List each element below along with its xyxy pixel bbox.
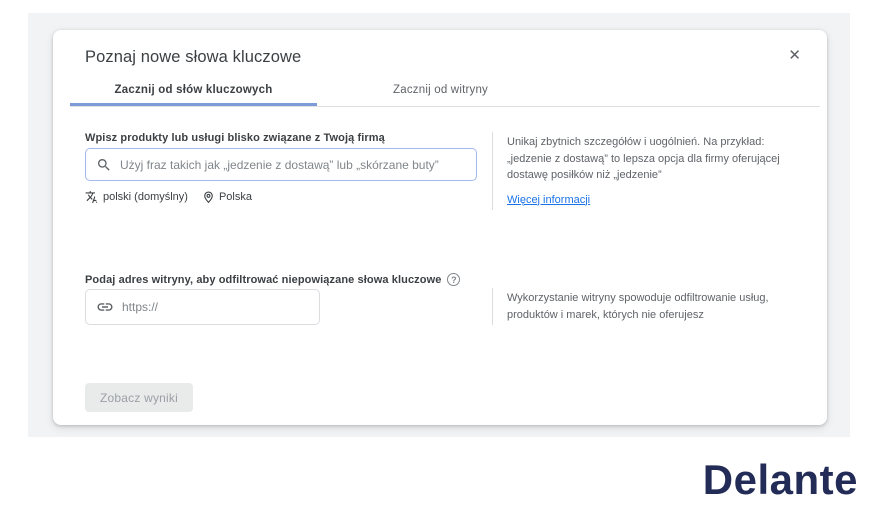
language-chip[interactable]: polski (domyślny) (85, 190, 188, 204)
dialog-title: Poznaj nowe słowa kluczowe (85, 48, 302, 66)
site-input-box[interactable] (85, 289, 320, 325)
search-icon (96, 157, 112, 173)
tab-start-with-keywords[interactable]: Zacznij od słów kluczowych (70, 75, 317, 106)
targeting-row: polski (domyślny) Polska (85, 190, 252, 204)
tab-bar: Zacznij od słów kluczowych Zacznij od wi… (70, 75, 820, 107)
help-icon[interactable]: ? (447, 273, 461, 286)
location-chip[interactable]: Polska (202, 191, 252, 204)
link-icon (96, 298, 114, 316)
keyword-planner-dialog: Poznaj nowe słowa kluczowe ✕ Zacznij od … (53, 30, 827, 425)
site-url-input[interactable] (122, 300, 309, 314)
site-help-text: Wykorzystanie witryny spowoduje odfiltro… (507, 292, 769, 321)
keyword-input-label: Wpisz produkty lub usługi blisko związan… (85, 132, 385, 144)
close-icon[interactable]: ✕ (788, 47, 801, 65)
translate-icon (85, 190, 99, 204)
keyword-help-text: Unikaj zbytnich szczegółów i uogólnień. … (507, 136, 780, 181)
site-input-label-row: Podaj adres witryny, aby odfiltrować nie… (85, 273, 461, 286)
site-input-label: Podaj adres witryny, aby odfiltrować nie… (85, 273, 442, 286)
location-pin-icon (202, 191, 215, 204)
language-value: polski (domyślny) (103, 191, 188, 203)
delante-logo: Delante (702, 456, 858, 503)
keyword-input-box[interactable] (85, 148, 477, 181)
location-value: Polska (218, 191, 252, 203)
site-help-block: Wykorzystanie witryny spowoduje odfiltro… (492, 288, 804, 325)
keyword-help-block: Unikaj zbytnich szczegółów i uogólnień. … (492, 132, 804, 210)
more-info-link[interactable]: Więcej informacji (507, 192, 590, 209)
keyword-input[interactable] (120, 157, 466, 172)
tab-start-with-website[interactable]: Zacznij od witryny (317, 75, 564, 106)
see-results-button[interactable]: Zobacz wyniki (85, 383, 193, 412)
